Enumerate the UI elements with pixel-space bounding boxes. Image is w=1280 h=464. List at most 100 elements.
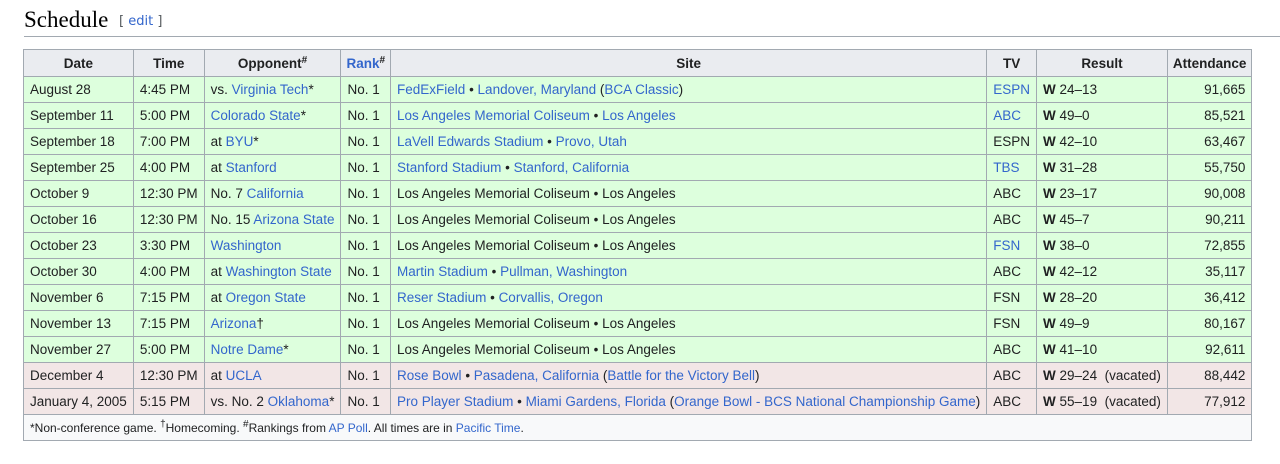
- attendance-text: 90,211: [1205, 212, 1246, 227]
- time-cell: 4:00 PM: [132, 258, 205, 285]
- opponent-suffix: *: [329, 394, 335, 409]
- ap-poll-link[interactable]: AP Poll: [329, 421, 368, 435]
- opponent-link[interactable]: Notre Dame: [211, 342, 284, 357]
- date-cell: November 27: [23, 336, 134, 363]
- time-text: 5:15 PM: [139, 394, 191, 409]
- opponent-link[interactable]: Oklahoma: [268, 394, 330, 409]
- tv-network-link[interactable]: FSN: [993, 238, 1020, 253]
- attendance-text: 55,750: [1204, 160, 1246, 175]
- site-link[interactable]: Pasadena, California: [474, 368, 599, 383]
- time-cell: 7:15 PM: [132, 284, 205, 311]
- table-row: November 27 5:00 PM Notre Dame* No. 1 Los An…: [23, 336, 1253, 363]
- site-text: Los Angeles Memorial Coliseum • Los Ange…: [397, 212, 676, 227]
- tv-network-link[interactable]: TBS: [993, 160, 1019, 175]
- tv-cell: ABC: [986, 336, 1038, 363]
- opponent-cell: at Oregon State: [203, 284, 342, 311]
- date-cell: September 11: [23, 102, 134, 129]
- result-wl: W: [1043, 342, 1056, 357]
- result-score: 49–0: [1055, 108, 1090, 123]
- time-text: 4:00 PM: [139, 160, 191, 175]
- opponent-link[interactable]: Colorado State: [211, 108, 301, 123]
- result-cell: W 42–10: [1036, 128, 1168, 155]
- attendance-cell: 55,750: [1166, 154, 1253, 181]
- edit-link[interactable]: edit: [128, 14, 153, 29]
- table-row: September 11 5:00 PM Colorado State* No. 1 L…: [23, 102, 1253, 129]
- result-wl: W: [1043, 264, 1056, 279]
- site-link[interactable]: Los Angeles: [602, 108, 676, 123]
- tv-cell: ESPN: [986, 128, 1038, 155]
- opponent-link[interactable]: Arizona: [211, 316, 257, 331]
- opponent-link[interactable]: California: [247, 186, 304, 201]
- col-rank-sup: #: [379, 54, 386, 66]
- result-score: 45–7: [1055, 212, 1090, 227]
- opponent-link[interactable]: Arizona State: [253, 212, 334, 227]
- site-cell: Los Angeles Memorial Coliseum • Los Ange…: [390, 310, 988, 337]
- table-row: September 18 7:00 PM at BYU* No. 1 LaVell Ed…: [23, 128, 1253, 155]
- table-row: January 4, 2005 5:15 PM vs. No. 2 Oklahoma…: [23, 388, 1253, 415]
- site-link[interactable]: Reser Stadium: [397, 290, 486, 305]
- result-cell: W 24–13: [1036, 76, 1168, 103]
- site-link[interactable]: Pullman, Washington: [500, 264, 627, 279]
- opponent-suffix: *: [253, 134, 259, 149]
- table-row: November 6 7:15 PM at Oregon State No. 1 Res…: [23, 284, 1253, 311]
- site-link[interactable]: Stanford Stadium: [397, 160, 501, 175]
- tv-cell: TBS: [986, 154, 1038, 181]
- site-link[interactable]: Orange Bowl - BCS National Championship …: [674, 394, 976, 409]
- result-cell: W 29–24 (vacated): [1036, 362, 1168, 389]
- site-link[interactable]: Miami Gardens, Florida: [526, 394, 666, 409]
- tv-network-link[interactable]: ESPN: [993, 82, 1030, 97]
- site-link[interactable]: Stanford, California: [514, 160, 630, 175]
- site-link[interactable]: FedExField: [397, 82, 465, 97]
- date-cell: January 4, 2005: [23, 388, 134, 415]
- result-cell: W 55–19 (vacated): [1036, 388, 1168, 415]
- result-score: 29–24 (vacated): [1055, 368, 1161, 383]
- time-cell: 3:30 PM: [132, 232, 205, 259]
- tv-network-text: ESPN: [993, 134, 1031, 149]
- opponent-cell: at BYU*: [203, 128, 342, 155]
- site-link[interactable]: Battle for the Victory Bell: [607, 368, 755, 383]
- opponent-link[interactable]: Stanford: [226, 160, 277, 175]
- site-link[interactable]: BCA Classic: [604, 82, 678, 97]
- date-text: November 6: [30, 290, 104, 305]
- tv-network-text: ABC: [993, 394, 1022, 409]
- site-link[interactable]: Provo, Utah: [556, 134, 627, 149]
- site-link[interactable]: Martin Stadium: [397, 264, 488, 279]
- opponent-link[interactable]: Virginia Tech: [232, 82, 309, 97]
- opponent-link[interactable]: Washington: [211, 238, 282, 253]
- result-score: 42–10: [1055, 134, 1098, 149]
- footnote-nonconf: *Non-conference game.: [30, 420, 161, 435]
- site-text: Los Angeles Memorial Coliseum • Los Ange…: [397, 316, 676, 331]
- opponent-link[interactable]: BYU: [226, 134, 254, 149]
- tv-network-link[interactable]: ABC: [993, 108, 1021, 123]
- opponent-cell: Arizona†: [203, 310, 342, 337]
- tv-network-text: FSN: [993, 290, 1021, 305]
- site-link[interactable]: Landover, Maryland: [478, 82, 597, 97]
- opponent-link[interactable]: Oregon State: [226, 290, 306, 305]
- site-link[interactable]: Rose Bowl: [397, 368, 462, 383]
- tv-network-text: ABC: [993, 368, 1022, 383]
- pacific-time-link[interactable]: Pacific Time: [456, 421, 521, 435]
- site-link[interactable]: Los Angeles Memorial Coliseum: [397, 108, 590, 123]
- col-time: Time: [132, 49, 205, 77]
- result-cell: W 45–7: [1036, 206, 1168, 233]
- attendance-text: 88,442: [1204, 368, 1246, 383]
- opponent-prefix: at: [210, 160, 226, 175]
- site-link[interactable]: Pro Player Stadium: [397, 394, 513, 409]
- opponent-link[interactable]: UCLA: [226, 368, 262, 383]
- opponent-prefix: at: [210, 290, 226, 305]
- opponent-prefix: No. 15: [210, 212, 254, 227]
- table-row: August 28 4:45 PM vs. Virginia Tech* No. 1 F…: [23, 76, 1253, 103]
- site-text: Los Angeles Memorial Coliseum • Los Ange…: [397, 342, 676, 357]
- col-rank-link[interactable]: Rank: [346, 56, 379, 71]
- opponent-cell: at UCLA: [203, 362, 342, 389]
- rank-cell: No. 1: [340, 76, 392, 103]
- result-score: 24–13: [1055, 82, 1098, 97]
- site-link[interactable]: Corvallis, Oregon: [499, 290, 603, 305]
- result-cell: W 41–10: [1036, 336, 1168, 363]
- attendance-cell: 80,167: [1166, 310, 1253, 337]
- rank-cell: No. 1: [340, 336, 392, 363]
- footnote-rankings: Rankings from: [248, 420, 329, 435]
- opponent-link[interactable]: Washington State: [226, 264, 332, 279]
- site-link[interactable]: LaVell Edwards Stadium: [397, 134, 543, 149]
- opponent-suffix: *: [300, 108, 306, 123]
